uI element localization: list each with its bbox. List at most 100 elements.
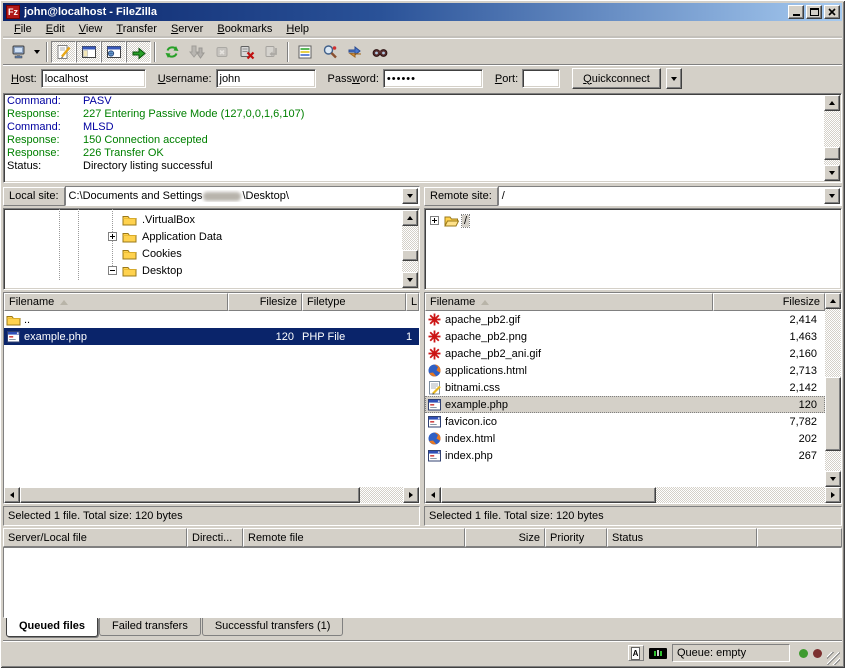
username-input[interactable]: john [216, 69, 316, 88]
tree-item-desktop[interactable]: Desktop [108, 262, 184, 279]
column-header-filetype[interactable]: Filetype [302, 293, 406, 311]
site-manager-button[interactable] [6, 41, 31, 63]
file-row-bitnami-css[interactable]: bitnami.css2,142 [425, 379, 825, 396]
close-button[interactable] [824, 5, 840, 19]
queue-column-size[interactable]: Size [465, 528, 545, 547]
filter-button[interactable] [292, 41, 317, 63]
chevron-down-icon [34, 50, 40, 54]
remote-list-vscrollbar[interactable] [825, 293, 841, 487]
file-row-example-php[interactable]: example.php120 [425, 396, 825, 413]
toggle-remote-tree-button[interactable] [101, 41, 126, 63]
file-row--[interactable]: .. [4, 311, 419, 328]
local-tree-scrollbar[interactable] [402, 210, 418, 288]
log-message: MLSD [83, 121, 841, 134]
message-log-scrollbar[interactable] [824, 95, 840, 181]
column-header-label: Filesize [783, 296, 820, 308]
tree-item-application-data[interactable]: Application Data [108, 228, 224, 245]
file-row-apache-pb2-png[interactable]: apache_pb2.png1,463 [425, 328, 825, 345]
scrollbar-thumb[interactable] [441, 487, 656, 503]
scroll-left-button[interactable] [425, 487, 441, 503]
tree-expander[interactable] [108, 232, 117, 241]
remote-list-hscrollbar[interactable] [425, 487, 841, 503]
column-header-filesize[interactable]: Filesize [228, 293, 302, 311]
disconnect-button[interactable] [234, 41, 259, 63]
password-input[interactable]: •••••• [383, 69, 483, 88]
file-row-index-php[interactable]: index.php267 [425, 447, 825, 464]
menu-help[interactable]: Help [279, 22, 316, 37]
tab-successful-transfers-1-[interactable]: Successful transfers (1) [202, 618, 344, 636]
find-files-button[interactable] [367, 41, 392, 63]
quickconnect-dropdown-button[interactable] [666, 68, 682, 89]
file-row-favicon-ico[interactable]: favicon.ico7,782 [425, 413, 825, 430]
scroll-up-button[interactable] [825, 293, 841, 309]
tab-failed-transfers[interactable]: Failed transfers [99, 618, 201, 636]
app-icon[interactable]: Fz [6, 5, 20, 19]
menu-server[interactable]: Server [164, 22, 210, 37]
remote-site-combo[interactable]: / [498, 186, 842, 206]
toggle-message-log-button[interactable] [51, 41, 76, 63]
quickconnect-button[interactable]: Quickconnect [572, 68, 661, 89]
tree-item-label: Cookies [140, 248, 184, 260]
scrollbar-thumb[interactable] [824, 147, 840, 160]
titlebar[interactable]: Fz john@localhost - FileZilla [3, 3, 842, 21]
tree-item--virtualbox[interactable]: .VirtualBox [108, 211, 197, 228]
scroll-down-button[interactable] [824, 165, 840, 181]
file-row-example-php[interactable]: example.php120PHP File1 [4, 328, 419, 345]
remote-site-dropdown-button[interactable] [824, 188, 840, 204]
tree-item-root[interactable]: / [430, 212, 469, 229]
menu-edit[interactable]: Edit [39, 22, 72, 37]
directory-comparison-button[interactable] [317, 41, 342, 63]
scroll-right-button[interactable] [403, 487, 419, 503]
queue-column-priority[interactable]: Priority [545, 528, 607, 547]
scroll-down-button[interactable] [402, 272, 418, 288]
tree-expander[interactable] [108, 266, 117, 275]
queue-column-server-local-file[interactable]: Server/Local file [3, 528, 187, 547]
menu-bookmarks[interactable]: Bookmarks [210, 22, 279, 37]
column-header-filename[interactable]: Filename [425, 293, 713, 311]
tab-queued-files[interactable]: Queued files [6, 618, 98, 637]
host-input[interactable]: localhost [41, 69, 146, 88]
tree-item-cookies[interactable]: Cookies [108, 245, 184, 262]
tree-expander[interactable] [430, 216, 439, 225]
toggle-queue-button[interactable] [126, 41, 151, 63]
menu-file[interactable]: File [7, 22, 39, 37]
queue-column-remote-file[interactable]: Remote file [243, 528, 465, 547]
column-header-filename[interactable]: Filename [4, 293, 228, 311]
css-icon [427, 380, 442, 395]
maximize-button[interactable] [806, 5, 822, 19]
scroll-left-button[interactable] [4, 487, 20, 503]
queue-column-directi-[interactable]: Directi... [187, 528, 243, 547]
file-row-apache-pb2-gif[interactable]: apache_pb2.gif2,414 [425, 311, 825, 328]
menu-transfer[interactable]: Transfer [109, 22, 164, 37]
synchronized-browsing-button[interactable] [342, 41, 367, 63]
file-row-applications-html[interactable]: applications.html2,713 [425, 362, 825, 379]
scrollbar-thumb[interactable] [20, 487, 360, 503]
file-row-apache-pb2-ani-gif[interactable]: apache_pb2_ani.gif2,160 [425, 345, 825, 362]
scrollbar-thumb[interactable] [825, 377, 841, 451]
local-site-combo[interactable]: C:\Documents and Settings\Desktop\ [65, 186, 420, 206]
port-input[interactable] [522, 69, 560, 88]
refresh-button[interactable] [159, 41, 184, 63]
filename-text: bitnami.css [445, 382, 500, 394]
local-status-text: Selected 1 file. Total size: 120 bytes [3, 506, 420, 526]
column-header-l[interactable]: L [406, 293, 419, 311]
scroll-right-button[interactable] [825, 487, 841, 503]
menu-view[interactable]: View [72, 22, 110, 37]
scroll-down-button[interactable] [825, 471, 841, 487]
disconnect-icon [239, 44, 255, 60]
file-row-index-html[interactable]: index.html202 [425, 430, 825, 447]
toggle-local-tree-button[interactable] [76, 41, 101, 63]
minimize-button[interactable] [788, 5, 804, 19]
column-header-label: Filename [430, 296, 475, 308]
resize-grip[interactable] [827, 652, 840, 665]
column-header-filesize[interactable]: Filesize [713, 293, 825, 311]
queue-column-status[interactable]: Status [607, 528, 757, 547]
local-list-hscrollbar[interactable] [4, 487, 419, 503]
scroll-up-button[interactable] [824, 95, 840, 111]
ascii-type-indicator: A [628, 645, 644, 661]
scrollbar-thumb[interactable] [402, 250, 418, 261]
scroll-up-button[interactable] [402, 210, 418, 226]
local-site-dropdown-button[interactable] [402, 188, 418, 204]
filezilla-window: Fz john@localhost - FileZilla FileEditVi… [0, 0, 845, 668]
site-manager-dropdown-button[interactable] [31, 41, 43, 63]
